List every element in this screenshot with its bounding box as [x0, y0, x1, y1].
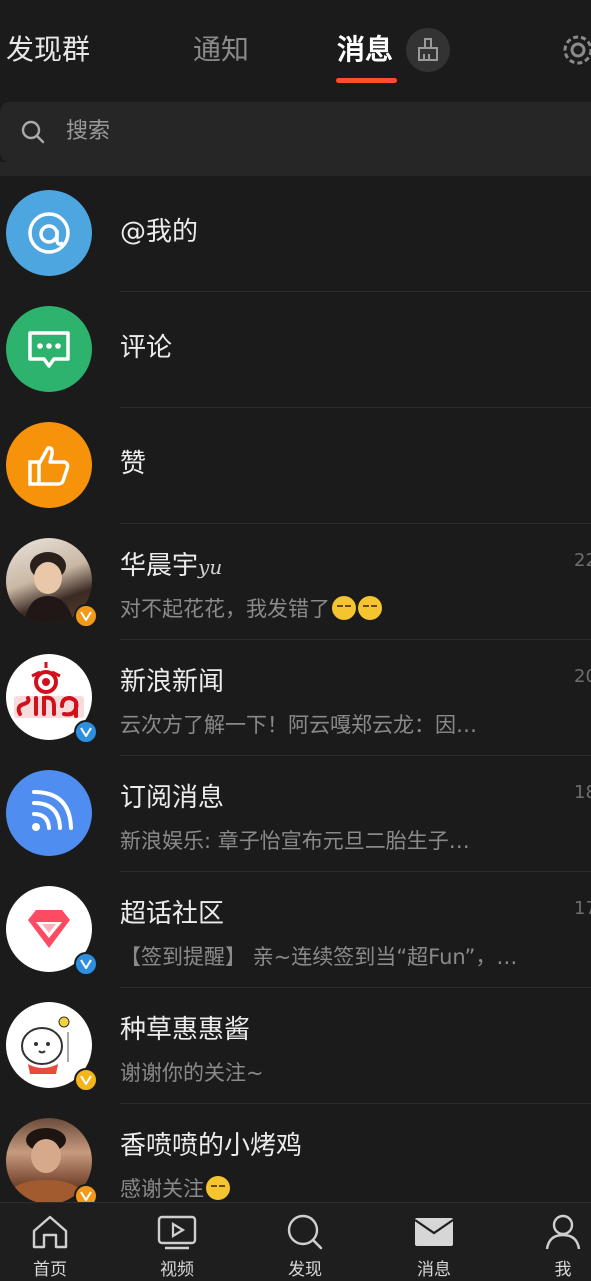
row-title: 超话社区: [120, 899, 225, 929]
discover-icon: [287, 1214, 323, 1250]
thumbs-up-icon: [28, 446, 70, 486]
message-preview: 【签到提醒】 亲~连续签到当“超Fun”，…: [120, 945, 518, 969]
row-title: 订阅消息: [120, 783, 225, 813]
verified-badge: [74, 952, 98, 976]
thumbs-up-icon-avatar: [6, 422, 92, 508]
nav-profile[interactable]: 我: [513, 1203, 591, 1281]
message-preview: 云次方了解一下！阿云嘎郑云龙：因…: [120, 713, 477, 737]
smirk-emoji-icon: [332, 596, 356, 620]
row-title: 香喷喷的小烤鸡: [120, 1131, 303, 1161]
search-input[interactable]: 搜索: [0, 102, 591, 162]
message-preview: 感谢关注: [120, 1174, 550, 1204]
search-icon: [21, 120, 45, 144]
message-preview: 新浪娱乐: 章子怡宣布元旦二胎生子…: [120, 829, 470, 853]
nav-label: 发现: [288, 1260, 322, 1280]
settings-button[interactable]: [556, 28, 591, 72]
row-title: 赞: [120, 449, 147, 479]
video-icon: [157, 1215, 197, 1250]
message-list: @我的 评论 赞 华晨宇yu 对不起花花，我发错了 2 新浪新闻 云次方了解一下…: [0, 176, 591, 1220]
message-time: 20:: [574, 666, 591, 687]
list-item-comments[interactable]: 评论: [0, 292, 591, 408]
clear-unread-button[interactable]: [406, 28, 450, 72]
at-icon-avatar: [6, 190, 92, 276]
message-preview: 对不起花花，我发错了: [120, 594, 550, 624]
smirk-emoji-icon: [358, 596, 382, 620]
avatar: [6, 770, 92, 856]
message-time: 18:: [574, 782, 591, 803]
nav-home[interactable]: 首页: [0, 1203, 100, 1281]
message-preview: 谢谢你的关注~: [120, 1061, 264, 1085]
list-item[interactable]: 超话社区 【签到提醒】 亲~连续签到当“超Fun”，… 17:: [0, 872, 591, 988]
verified-badge: [74, 720, 98, 744]
message-time: 22:: [574, 550, 591, 571]
row-title: 评论: [120, 333, 173, 363]
nav-discover[interactable]: 发现: [255, 1203, 355, 1281]
verified-badge: [74, 604, 98, 628]
bottom-nav: 首页 视频 发现 消息 我: [0, 1202, 591, 1281]
list-item[interactable]: 华晨宇yu 对不起花花，我发错了 22:: [0, 524, 591, 640]
top-bar: 发现群 通知 消息: [0, 0, 591, 90]
at-icon: [28, 212, 70, 254]
search-placeholder: 搜索: [66, 119, 111, 144]
active-tab-indicator: [336, 78, 397, 83]
list-item[interactable]: 种草惠惠酱 谢谢你的关注~ 1: [0, 988, 591, 1104]
tab-messages[interactable]: 消息: [337, 30, 393, 70]
list-item[interactable]: 新浪新闻 云次方了解一下！阿云嘎郑云龙：因… 20:: [0, 640, 591, 756]
nav-label: 首页: [33, 1260, 67, 1280]
nav-messages[interactable]: 消息: [384, 1203, 484, 1281]
row-title: 新浪新闻: [120, 667, 225, 697]
nav-label: 我: [554, 1260, 572, 1280]
row-title: @我的: [120, 217, 199, 247]
comment-icon: [28, 331, 70, 368]
message-icon: [414, 1218, 454, 1246]
home-icon: [32, 1215, 68, 1249]
list-item-likes[interactable]: 赞: [0, 408, 591, 524]
row-title: 华晨宇yu: [120, 551, 223, 581]
list-item-at-me[interactable]: @我的: [0, 176, 591, 292]
verified-badge: [74, 1068, 98, 1092]
comment-icon-avatar: [6, 306, 92, 392]
profile-icon: [545, 1214, 581, 1250]
laughing-emoji-icon: [206, 1176, 230, 1200]
list-item[interactable]: 订阅消息 新浪娱乐: 章子怡宣布元旦二胎生子… 18:: [0, 756, 591, 872]
tab-discover-groups[interactable]: 发现群: [6, 30, 90, 70]
nav-video[interactable]: 视频: [127, 1203, 227, 1281]
divider: [0, 162, 591, 176]
message-time: 17:: [574, 898, 591, 919]
tab-notifications[interactable]: 通知: [193, 30, 249, 70]
name-suffix: yu: [198, 555, 223, 579]
nav-label: 视频: [160, 1260, 194, 1280]
broom-icon: [418, 38, 438, 61]
gear-icon: [563, 35, 591, 65]
nav-label: 消息: [417, 1260, 451, 1280]
rss-icon: [32, 790, 73, 831]
row-title: 种草惠惠酱: [120, 1015, 251, 1045]
